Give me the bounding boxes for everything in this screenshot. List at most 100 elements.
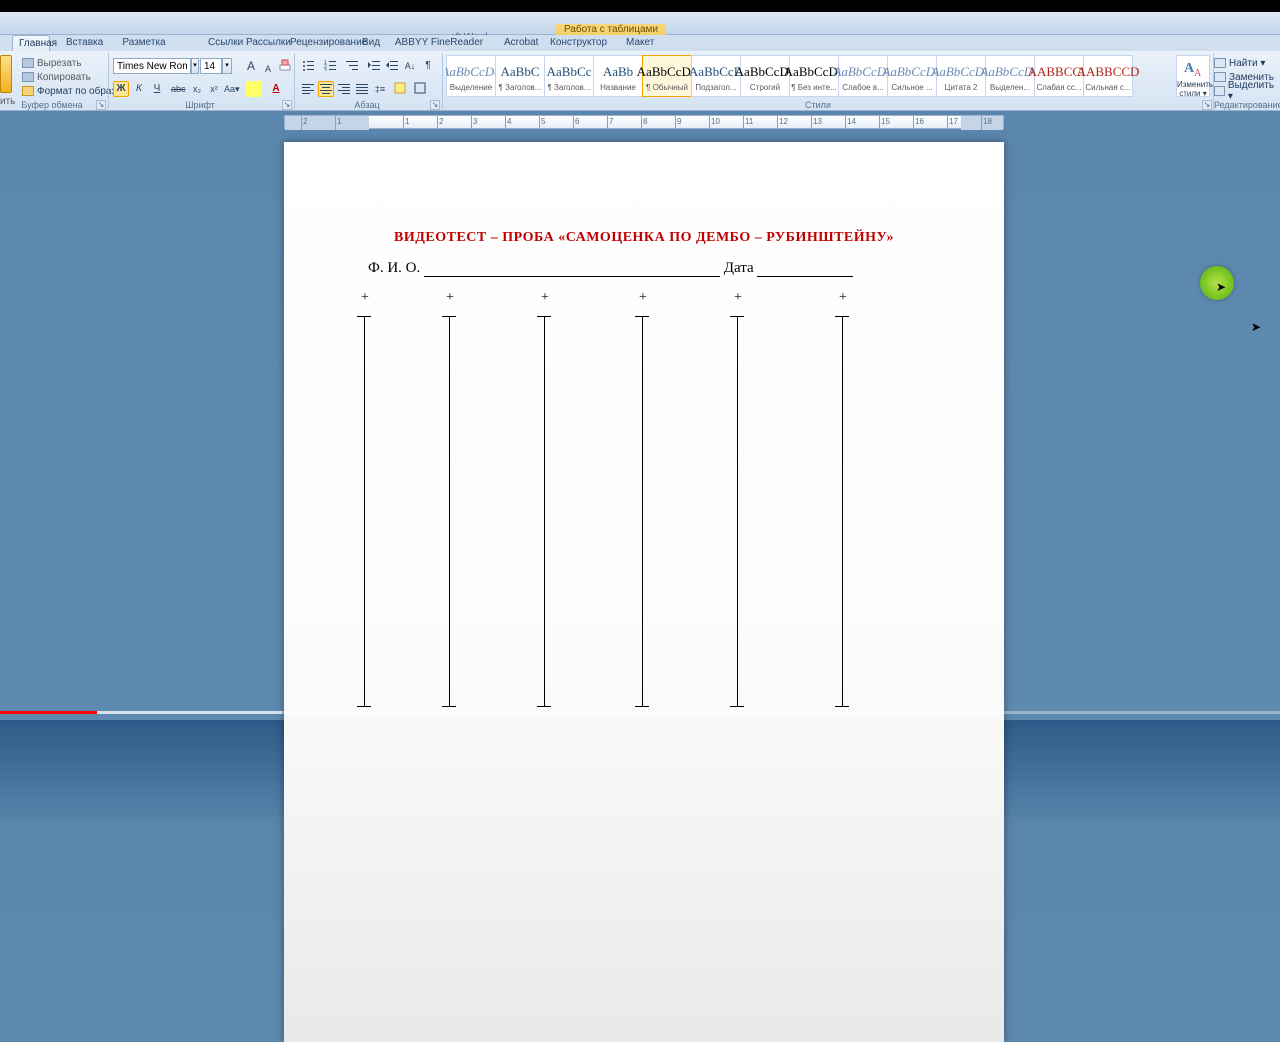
tab-3[interactable]: Ссылки bbox=[202, 35, 234, 51]
svg-text:A: A bbox=[1194, 68, 1202, 78]
numbering-button[interactable]: 123 bbox=[322, 58, 338, 74]
copy-label: Копировать bbox=[37, 72, 91, 83]
shading-button[interactable] bbox=[392, 81, 408, 97]
video-top-strip bbox=[0, 0, 1280, 12]
style-tile-8[interactable]: AaBbCcDdСлабое в... bbox=[838, 55, 888, 97]
title-tab-strip: oft Word Работа с таблицами bbox=[0, 12, 1280, 35]
fio-date-row: Ф. И. О. Дата bbox=[368, 260, 853, 277]
style-tile-2[interactable]: AaBbCc¶ Заголов... bbox=[544, 55, 594, 97]
ribbon-tabs: Главная ВставкаРазметка страницы Ссылки Рас… bbox=[0, 35, 1280, 51]
font-name-input[interactable] bbox=[113, 58, 191, 74]
format-painter-button[interactable]: Формат по образцу bbox=[22, 85, 127, 97]
shrink-font-button[interactable]: A bbox=[260, 58, 276, 74]
horizontal-ruler[interactable]: 21123456789101112131415161718 bbox=[284, 115, 1004, 129]
decrease-indent-button[interactable] bbox=[366, 58, 382, 74]
clear-formatting-button[interactable] bbox=[277, 58, 293, 74]
styles-gallery[interactable]: AaBbCcDdВыделениеAaBbC¶ Заголов...AaBbCc… bbox=[446, 55, 1198, 97]
underline-button[interactable]: Ч bbox=[149, 81, 165, 97]
show-marks-button[interactable]: ¶ bbox=[420, 58, 436, 74]
align-left-button[interactable] bbox=[300, 81, 316, 97]
tab-8[interactable]: Acrobat bbox=[498, 35, 538, 51]
paragraph-group-label: Абзац bbox=[294, 100, 440, 111]
document-page[interactable]: ВИДЕОТЕСТ – ПРОБА «САМОЦЕНКА ПО ДЕМБО – … bbox=[284, 142, 1004, 1042]
clipboard-dialog-launcher[interactable]: ↘ bbox=[96, 100, 106, 110]
justify-button[interactable] bbox=[354, 81, 370, 97]
tab-7[interactable]: ABBYY FineReader 12 bbox=[386, 35, 492, 51]
italic-button[interactable]: К bbox=[131, 81, 147, 97]
font-name-dropdown[interactable]: ▾ bbox=[191, 58, 199, 74]
replace-icon bbox=[1214, 72, 1226, 82]
style-tile-4[interactable]: AaBbCcDd¶ Обычный bbox=[642, 55, 692, 97]
tab-0[interactable]: Главная bbox=[12, 35, 50, 51]
style-tile-9[interactable]: AaBbCcDdСильное ... bbox=[887, 55, 937, 97]
tab-1[interactable]: Вставка bbox=[60, 35, 92, 51]
change-styles-icon: AA bbox=[1181, 58, 1205, 78]
scissors-icon bbox=[22, 58, 34, 68]
style-tile-3[interactable]: AaBbНазвание bbox=[593, 55, 643, 97]
tab-4[interactable]: Рассылки bbox=[240, 35, 280, 51]
fio-underline bbox=[424, 263, 720, 277]
paste-icon[interactable] bbox=[0, 55, 12, 93]
tab-9[interactable]: Конструктор bbox=[544, 35, 608, 51]
ruler-area: 21123456789101112131415161718 bbox=[0, 115, 1280, 131]
date-label: Дата bbox=[724, 260, 754, 276]
editing-group-label: Редактирование bbox=[1214, 100, 1280, 111]
change-case-button[interactable]: Aa▾ bbox=[223, 81, 239, 97]
style-tile-10[interactable]: AaBbCcDdЦитата 2 bbox=[936, 55, 986, 97]
line-spacing-button[interactable]: ‡≡ bbox=[372, 81, 388, 97]
mouse-cursor-icon: ➤ bbox=[1216, 280, 1226, 294]
scale-5: + bbox=[842, 296, 862, 716]
align-center-button[interactable] bbox=[318, 81, 334, 97]
change-styles-button[interactable]: AA Изменить стили ▾ bbox=[1176, 55, 1210, 97]
font-size-input[interactable] bbox=[200, 58, 222, 74]
ribbon: ить Вырезать Копировать Формат по образц… bbox=[0, 51, 1280, 111]
style-tile-6[interactable]: AaBbCcDdСтрогий bbox=[740, 55, 790, 97]
svg-text:3: 3 bbox=[324, 68, 327, 71]
video-played bbox=[0, 711, 97, 714]
scale-4: + bbox=[737, 296, 757, 716]
cut-button[interactable]: Вырезать bbox=[22, 57, 81, 69]
change-styles-label: Изменить стили ▾ bbox=[1177, 80, 1209, 98]
align-right-button[interactable] bbox=[336, 81, 352, 97]
video-progress-bar[interactable] bbox=[0, 711, 1280, 714]
select-button[interactable]: Выделить ▾ bbox=[1214, 85, 1276, 97]
fio-label: Ф. И. О. bbox=[368, 260, 420, 276]
tab-2[interactable]: Разметка страницы bbox=[96, 35, 192, 51]
highlight-button[interactable] bbox=[246, 81, 262, 97]
tab-5[interactable]: Рецензирование bbox=[284, 35, 352, 51]
tab-6[interactable]: Вид bbox=[356, 35, 380, 51]
scale-3: + bbox=[642, 296, 662, 716]
style-tile-5[interactable]: AaBbCcDПодзагол... bbox=[691, 55, 741, 97]
font-color-button[interactable]: A bbox=[268, 81, 284, 97]
grow-font-button[interactable]: A bbox=[243, 58, 259, 74]
styles-dialog-launcher[interactable]: ↘ bbox=[1202, 100, 1212, 110]
style-tile-13[interactable]: AABBCCDСильная с... bbox=[1083, 55, 1133, 97]
bold-button[interactable]: Ж bbox=[113, 81, 129, 97]
superscript-button[interactable]: x² bbox=[206, 81, 222, 97]
increase-indent-button[interactable] bbox=[384, 58, 400, 74]
cut-label: Вырезать bbox=[37, 58, 81, 69]
font-dialog-launcher[interactable]: ↘ bbox=[282, 100, 292, 110]
copy-icon bbox=[22, 72, 34, 82]
multilevel-list-button[interactable] bbox=[344, 58, 360, 74]
bullets-button[interactable] bbox=[300, 58, 316, 74]
secondary-cursor-icon: ➤ bbox=[1251, 320, 1261, 334]
subscript-button[interactable]: x₂ bbox=[189, 81, 205, 97]
paragraph-dialog-launcher[interactable]: ↘ bbox=[430, 100, 440, 110]
binoculars-icon bbox=[1214, 58, 1226, 68]
ruler-left-margin bbox=[285, 116, 369, 130]
font-size-dropdown[interactable]: ▾ bbox=[222, 58, 232, 74]
style-tile-7[interactable]: AaBbCcDd¶ Без инте... bbox=[789, 55, 839, 97]
sort-button[interactable]: A↓ bbox=[402, 58, 418, 74]
copy-button: Копировать bbox=[22, 71, 91, 83]
tab-10[interactable]: Макет bbox=[620, 35, 654, 51]
clipboard-group-label: Буфер обмена bbox=[0, 100, 104, 111]
borders-button[interactable] bbox=[412, 81, 428, 97]
scales-container: ++++++ bbox=[344, 296, 944, 716]
style-tile-1[interactable]: AaBbC¶ Заголов... bbox=[495, 55, 545, 97]
find-button[interactable]: Найти ▾ bbox=[1214, 57, 1276, 69]
scale-1: + bbox=[449, 296, 469, 716]
style-tile-0[interactable]: AaBbCcDdВыделение bbox=[446, 55, 496, 97]
strikethrough-button[interactable]: abc bbox=[170, 81, 186, 97]
scale-2: + bbox=[544, 296, 564, 716]
